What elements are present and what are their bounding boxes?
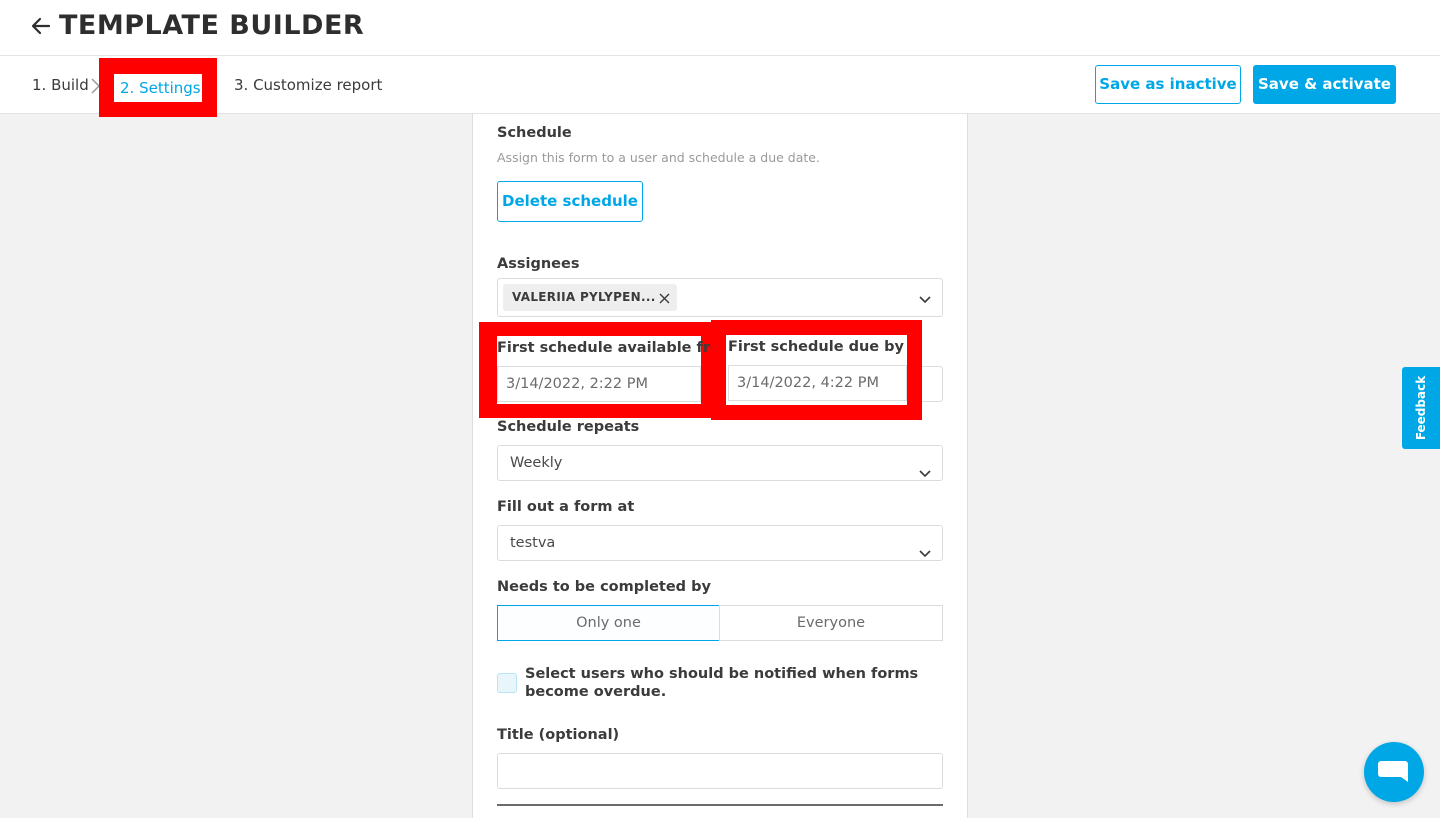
- back-arrow-icon[interactable]: [28, 13, 54, 39]
- page-title: TEMPLATE BUILDER: [59, 10, 365, 41]
- completed-by-label: Needs to be completed by: [497, 579, 711, 595]
- title-input[interactable]: [497, 753, 943, 789]
- schedule-repeats-select[interactable]: Weekly: [497, 445, 943, 481]
- step-settings-highlight: 2. Settings: [99, 58, 217, 117]
- due-by-input-edge: [922, 366, 943, 402]
- due-by-input[interactable]: 3/14/2022, 4:22 PM: [728, 365, 907, 401]
- divider: [497, 804, 943, 806]
- fill-out-at-label: Fill out a form at: [497, 499, 635, 515]
- due-by-highlight: First schedule due by 3/14/2022, 4:22 PM: [711, 320, 922, 420]
- settings-panel: Schedule Assign this form to a user and …: [472, 114, 968, 818]
- close-icon[interactable]: [659, 292, 670, 304]
- fill-out-at-value: testva: [510, 535, 556, 551]
- completed-by-only-one[interactable]: Only one: [497, 605, 720, 641]
- assignee-chip: VALERIIA PYLYPEN...: [503, 284, 677, 311]
- chevron-down-icon: [918, 293, 932, 303]
- chat-bubble-icon: [1378, 761, 1408, 782]
- schedule-heading: Schedule: [497, 125, 572, 141]
- schedule-repeats-value: Weekly: [510, 455, 563, 471]
- assignees-select[interactable]: VALERIIA PYLYPEN...: [497, 278, 943, 317]
- available-from-group: First schedule available from 3/14/2022,…: [497, 336, 735, 404]
- completed-by-everyone[interactable]: Everyone: [719, 605, 943, 641]
- assignee-chip-label: VALERIIA PYLYPEN...: [512, 290, 656, 304]
- feedback-tab[interactable]: Feedback: [1402, 367, 1440, 449]
- step-settings[interactable]: 2. Settings: [114, 74, 202, 102]
- chevron-down-icon: [918, 538, 932, 558]
- due-by-label: First schedule due by: [728, 339, 904, 355]
- due-by-group: First schedule due by 3/14/2022, 4:22 PM: [726, 335, 907, 405]
- step-customize-report[interactable]: 3. Customize report: [234, 75, 382, 95]
- step-bar: 1. Build 2. Settings 3. Customize report…: [0, 56, 1440, 117]
- feedback-label: Feedback: [1414, 375, 1428, 441]
- schedule-repeats-label: Schedule repeats: [497, 419, 640, 435]
- delete-schedule-button[interactable]: Delete schedule: [497, 181, 643, 222]
- available-from-input[interactable]: 3/14/2022, 2:22 PM: [497, 366, 701, 402]
- chat-button[interactable]: [1364, 742, 1424, 802]
- save-and-activate-button[interactable]: Save & activate: [1253, 65, 1396, 104]
- fill-out-at-select[interactable]: testva: [497, 525, 943, 561]
- available-from-label: First schedule available from: [497, 340, 736, 356]
- save-as-inactive-button[interactable]: Save as inactive: [1095, 65, 1241, 104]
- schedule-description: Assign this form to a user and schedule …: [497, 150, 820, 165]
- title-label: Title (optional): [497, 727, 620, 743]
- step-build[interactable]: 1. Build: [32, 75, 89, 95]
- chevron-down-icon: [918, 458, 932, 478]
- notify-overdue-label: Select users who should be notified when…: [525, 666, 919, 700]
- top-bar: TEMPLATE BUILDER: [0, 0, 1440, 56]
- assignees-label: Assignees: [497, 256, 580, 272]
- available-from-highlight: First schedule available from 3/14/2022,…: [479, 322, 735, 418]
- notify-overdue-checkbox[interactable]: [497, 673, 517, 693]
